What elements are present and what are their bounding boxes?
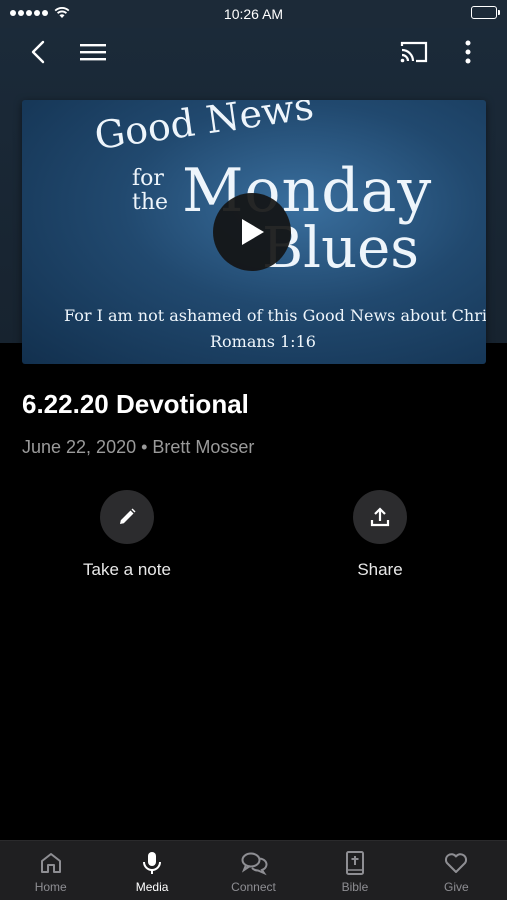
artwork-verse: For I am not ashamed of this Good News a… [64, 306, 486, 325]
more-vertical-icon [465, 40, 471, 64]
status-time: 10:26 AM [223, 6, 284, 22]
play-icon [242, 219, 264, 245]
bible-icon [345, 851, 364, 875]
media-artwork[interactable]: Good News for the Monday Blues For I am … [22, 100, 486, 364]
hamburger-icon [80, 44, 106, 61]
more-options-button[interactable] [452, 36, 484, 68]
tab-media[interactable]: Media [101, 841, 202, 900]
artwork-title-good-news: Good News [91, 100, 317, 158]
take-note-action[interactable]: Take a note [47, 490, 207, 580]
tab-bible[interactable]: Bible [304, 841, 405, 900]
play-button[interactable] [213, 193, 291, 271]
home-icon [40, 853, 61, 873]
artwork-title-for: for [132, 166, 164, 191]
heart-icon [445, 853, 468, 873]
menu-button[interactable] [77, 36, 109, 68]
tab-bar: Home Media Connect Bible Give [0, 840, 507, 900]
media-meta: June 22, 2020 • Brett Mosser [22, 437, 255, 457]
tab-give-label: Give [443, 880, 469, 894]
tab-give[interactable]: Give [406, 841, 507, 900]
take-note-label: Take a note [83, 560, 171, 579]
nav-bar [0, 28, 507, 76]
tab-home[interactable]: Home [0, 841, 101, 900]
media-title: 6.22.20 Devotional [22, 389, 249, 419]
artwork-title-the: the [132, 190, 169, 215]
battery-icon [471, 6, 500, 19]
chevron-left-icon [31, 40, 45, 64]
take-note-button[interactable] [100, 490, 154, 544]
share-action[interactable]: Share [300, 490, 460, 580]
share-button[interactable] [353, 490, 407, 544]
tab-connect-label: Connect [231, 880, 276, 894]
share-label: Share [357, 560, 403, 579]
microphone-icon [143, 852, 162, 874]
cast-button[interactable] [398, 36, 430, 68]
chat-bubbles-icon [241, 852, 267, 876]
status-indicators [10, 7, 70, 19]
pencil-icon [120, 508, 136, 524]
wifi-icon [54, 7, 70, 18]
signal-icon [10, 10, 48, 16]
status-bar: 10:26 AM [0, 0, 507, 28]
tab-connect[interactable]: Connect [203, 841, 304, 900]
share-icon [370, 507, 390, 527]
tab-bible-label: Bible [341, 880, 369, 894]
artwork-reference: Romans 1:16 [210, 332, 316, 351]
cast-icon [400, 41, 428, 63]
tab-media-label: Media [135, 880, 169, 894]
tab-home-label: Home [34, 880, 67, 894]
back-button[interactable] [22, 36, 54, 68]
